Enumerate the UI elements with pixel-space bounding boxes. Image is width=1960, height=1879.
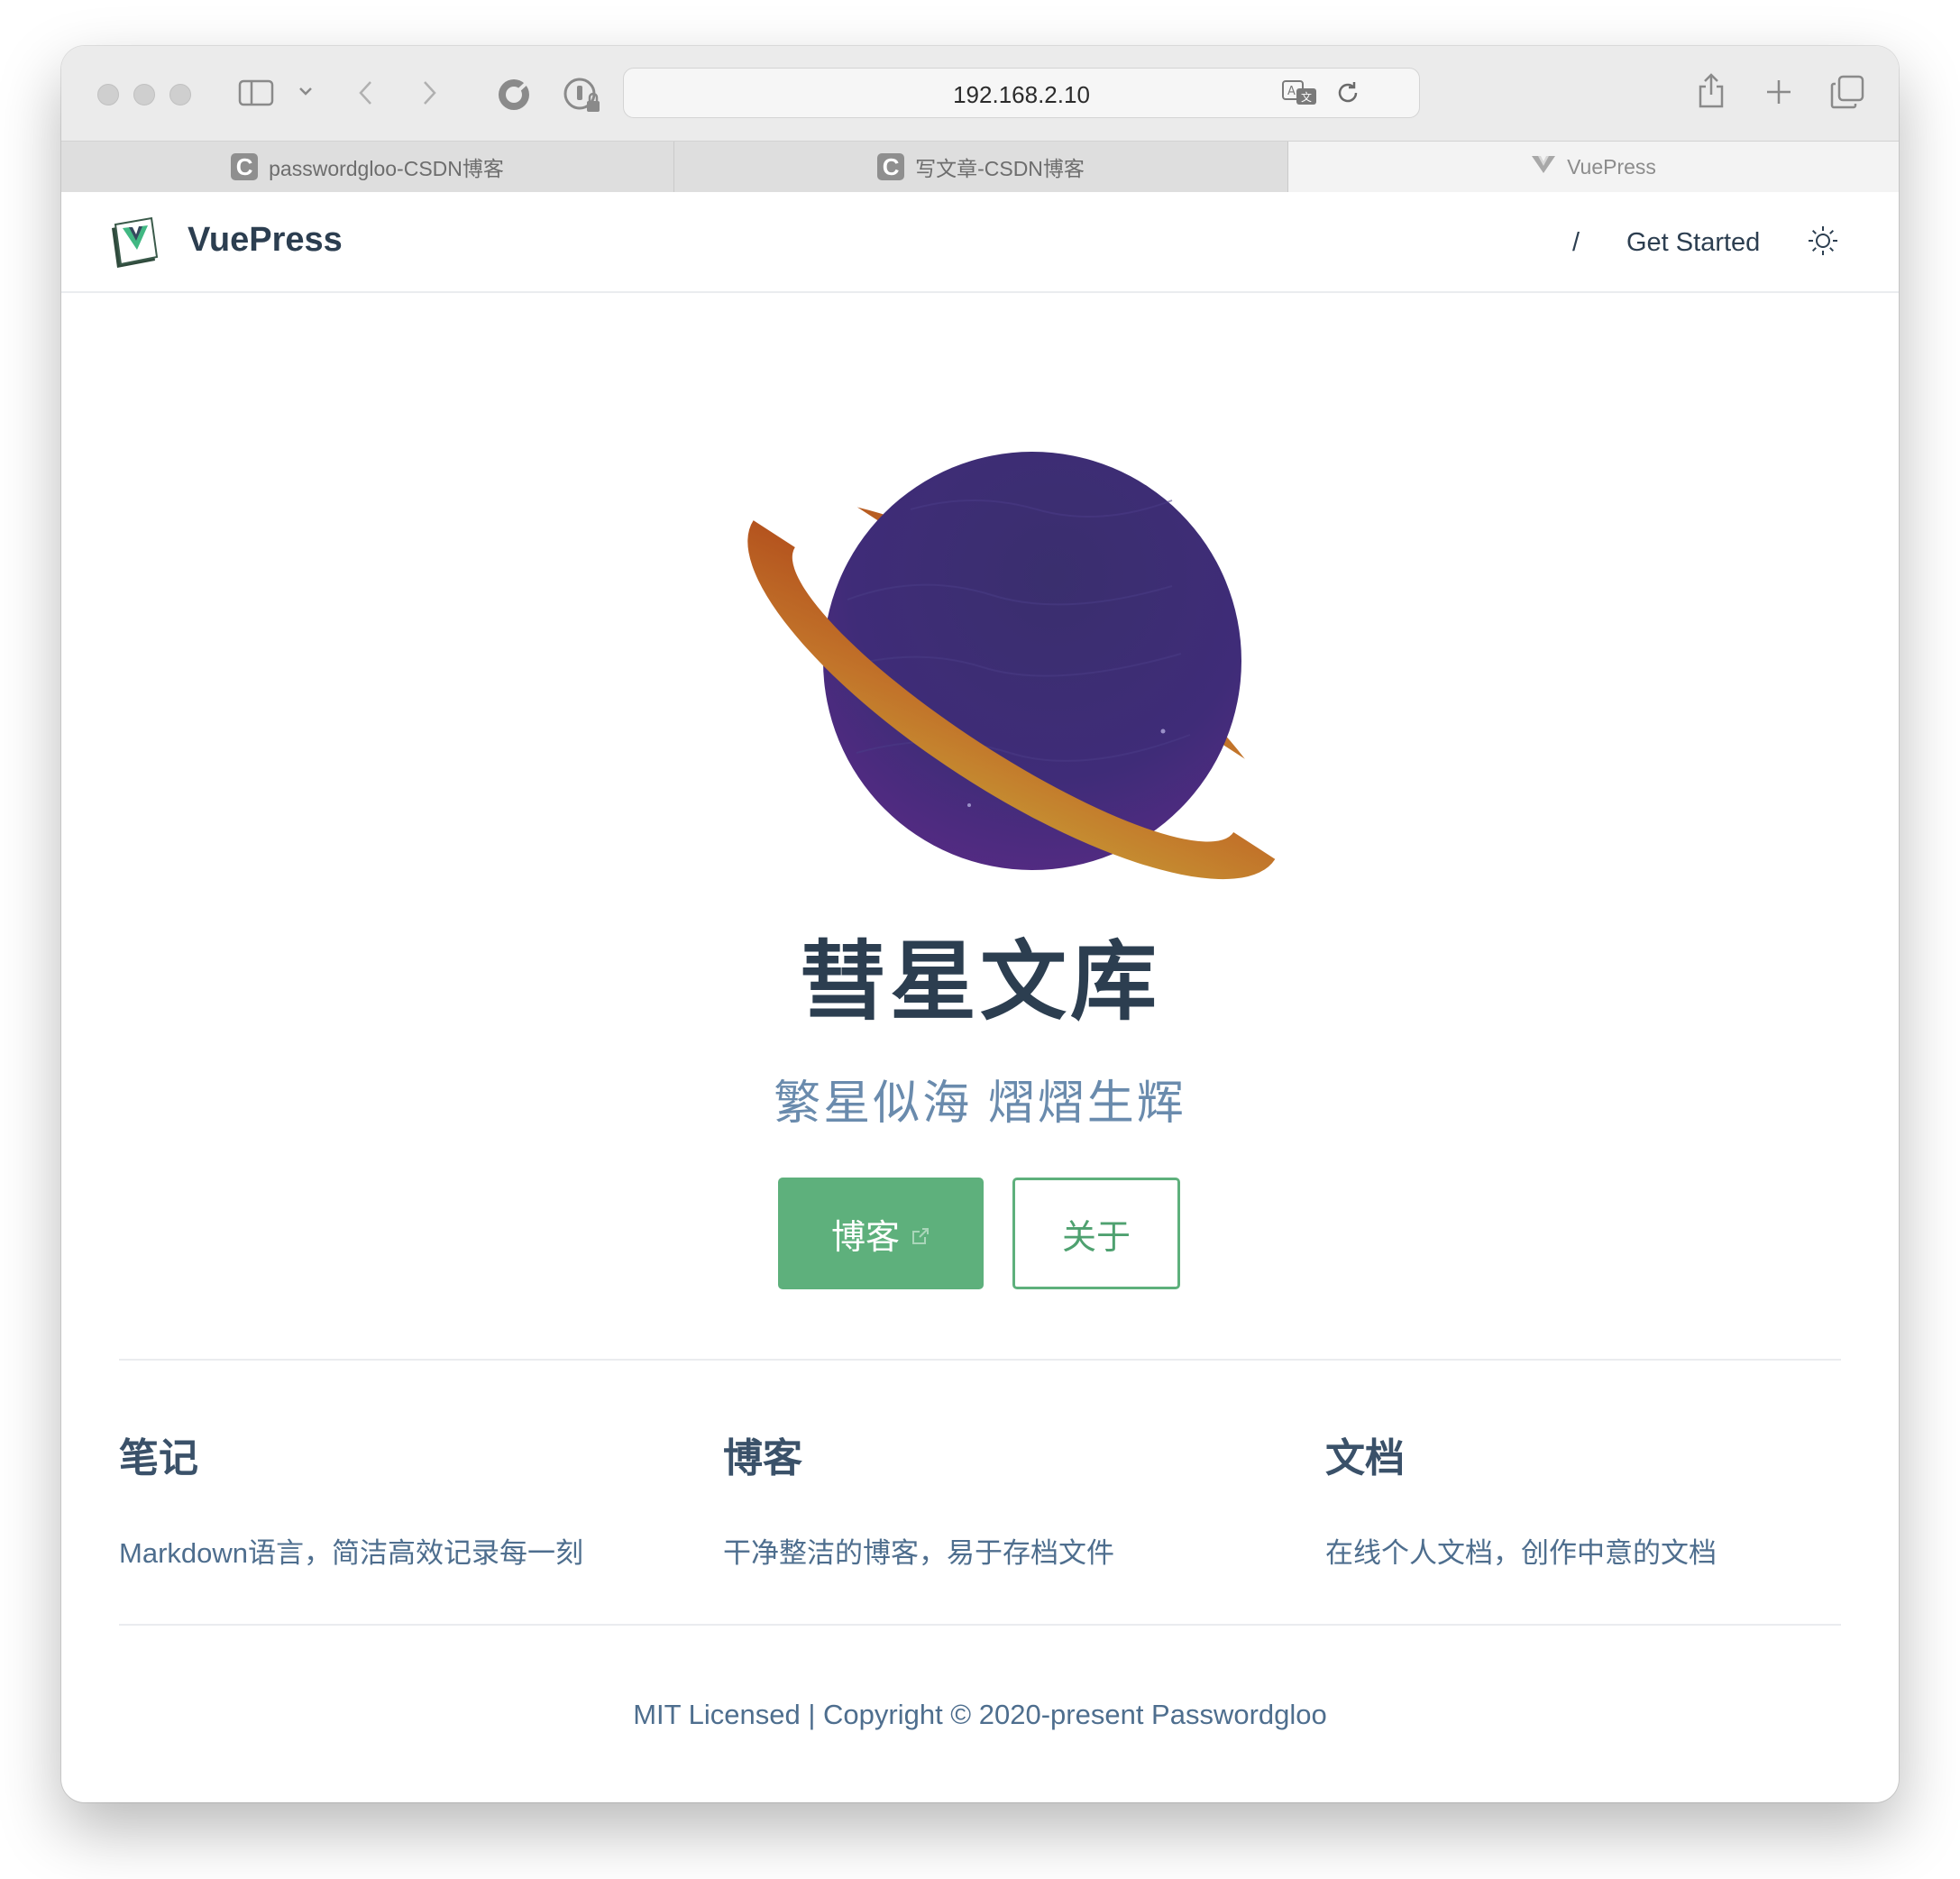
hero-tagline: 繁星似海 熠熠生辉	[774, 1077, 1186, 1130]
csdn-favicon-icon: C	[877, 153, 905, 180]
footer-divider	[119, 1624, 1841, 1626]
feature-blog: 博客 干净整洁的博客，易于存档文件	[723, 1425, 1282, 1571]
sun-icon[interactable]	[1807, 225, 1839, 261]
feature-docs: 文档 在线个人文档，创作中意的文档	[1325, 1425, 1884, 1571]
reload-icon[interactable]	[1334, 79, 1361, 106]
feature-desc: 干净整洁的博客，易于存档文件	[723, 1537, 1114, 1569]
sidebar-toggle-icon[interactable]	[238, 78, 274, 107]
footer-text: MIT Licensed | Copyright © 2020-present …	[633, 1699, 1327, 1730]
minimize-window-button[interactable]	[133, 84, 155, 105]
external-link-icon	[911, 1216, 930, 1255]
new-tab-icon[interactable]	[1765, 78, 1792, 105]
blog-button-label: 博客	[830, 1218, 900, 1257]
share-icon[interactable]	[1697, 71, 1726, 109]
about-button-label: 关于	[1061, 1218, 1131, 1257]
features-divider-top	[119, 1359, 1841, 1361]
feature-title: 文档	[1325, 1436, 1405, 1480]
nav-link-home[interactable]: /	[1572, 228, 1580, 258]
tab-strip: C passwordgloo-CSDN博客 C 写文章-CSDN博客 VuePr…	[61, 141, 1899, 192]
translate-icon[interactable]: A文	[1282, 79, 1318, 106]
chevron-down-icon[interactable]	[298, 84, 314, 98]
csdn-favicon-icon: C	[231, 153, 259, 180]
nav-link-get-started[interactable]: Get Started	[1626, 228, 1760, 258]
tab-title: passwordgloo-CSDN博客	[269, 157, 504, 180]
tab-passwordgloo-csdn[interactable]: C passwordgloo-CSDN博客	[61, 142, 674, 192]
feature-notes: 笔记 Markdown语言，简洁高效记录每一刻	[119, 1425, 678, 1571]
back-icon[interactable]	[355, 78, 377, 107]
site-navbar: VuePress / Get Started	[61, 192, 1899, 293]
close-window-button[interactable]	[97, 84, 119, 105]
feature-desc: 在线个人文档，创作中意的文档	[1325, 1537, 1717, 1569]
browser-toolbar: 192.168.2.10 A文	[61, 46, 1899, 141]
hero-title: 彗星文库	[800, 934, 1160, 1031]
forward-icon[interactable]	[418, 78, 440, 107]
svg-text:A: A	[1287, 85, 1296, 98]
tab-vuepress[interactable]: VuePress	[1288, 142, 1899, 192]
svg-text:文: 文	[1301, 90, 1312, 104]
feature-title: 笔记	[119, 1436, 198, 1480]
feature-desc: Markdown语言，简洁高效记录每一刻	[119, 1537, 583, 1569]
feature-title: 博客	[723, 1436, 802, 1480]
tab-overview-icon[interactable]	[1830, 75, 1864, 109]
browser-window: 192.168.2.10 A文 C passwordgloo-CSDN博客 C …	[61, 46, 1899, 1802]
tab-title: 写文章-CSDN博客	[915, 157, 1085, 180]
hero-planet-image	[676, 374, 1343, 902]
site-name[interactable]: VuePress	[188, 221, 343, 260]
about-button[interactable]: 关于	[1012, 1178, 1180, 1289]
tab-title: VuePress	[1567, 154, 1656, 179]
address-bar[interactable]: 192.168.2.10 A文	[623, 68, 1420, 118]
vuepress-favicon-icon	[1531, 154, 1556, 179]
zoom-window-button[interactable]	[169, 84, 191, 105]
vuepress-logo-icon[interactable]	[108, 215, 164, 276]
password-extension-icon[interactable]	[563, 77, 602, 115]
extension-icon[interactable]	[496, 77, 532, 113]
tab-write-article-csdn[interactable]: C 写文章-CSDN博客	[674, 142, 1288, 192]
blog-button[interactable]: 博客	[778, 1178, 984, 1289]
